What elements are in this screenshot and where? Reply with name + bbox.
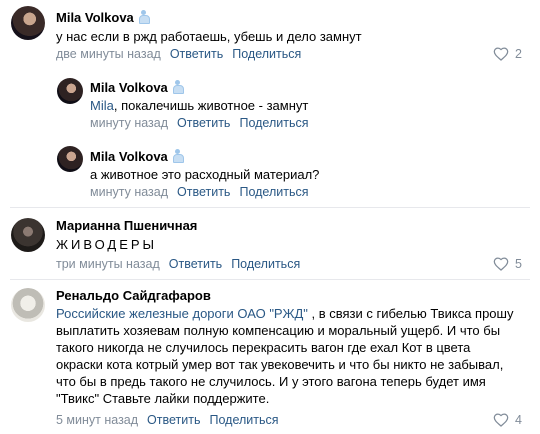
reply-button[interactable]: Ответить — [177, 116, 230, 130]
comment-meta: минуту назад Ответить Поделиться — [90, 185, 308, 199]
comment-time[interactable]: минуту назад — [90, 116, 168, 130]
share-button[interactable]: Поделиться — [239, 116, 308, 130]
badge-icon — [172, 149, 184, 163]
author-name[interactable]: Mila Volkova — [90, 80, 184, 95]
share-button[interactable]: Поделиться — [231, 257, 300, 271]
comment-text: а животное это расходный материал? — [90, 167, 320, 182]
like-count: 5 — [515, 257, 522, 271]
comment-meta: три минуты назад Ответить Поделиться — [56, 257, 300, 271]
comment-time[interactable]: две минуты назад — [56, 47, 161, 61]
avatar[interactable] — [11, 218, 45, 252]
like-button[interactable]: 2 — [493, 47, 522, 61]
badge-icon — [138, 10, 150, 24]
mention-link[interactable]: Российские железные дороги ОАО "РЖД" — [56, 306, 308, 321]
reply-button[interactable]: Ответить — [170, 47, 223, 61]
author-name[interactable]: Марианна Пшеничная — [56, 218, 197, 233]
reply-button[interactable]: Ответить — [177, 185, 230, 199]
comment-time[interactable]: 5 минут назад — [56, 413, 138, 427]
heart-icon — [493, 413, 509, 427]
share-button[interactable]: Поделиться — [209, 413, 278, 427]
comment-text: Российские железные дороги ОАО "РЖД" , в… — [56, 306, 514, 406]
heart-icon — [493, 47, 509, 61]
comment-time[interactable]: три минуты назад — [56, 257, 160, 271]
comment-text: ЖИВОДЕРЫ — [56, 237, 158, 252]
avatar[interactable] — [11, 288, 45, 322]
divider — [10, 207, 530, 208]
comment-text: у нас если в ржд работаешь, убешь и дело… — [56, 29, 362, 44]
comment-text: Mila, покалечишь животное - замнут — [90, 98, 309, 113]
heart-icon — [493, 257, 509, 271]
reply-button[interactable]: Ответить — [169, 257, 222, 271]
badge-icon — [172, 80, 184, 94]
reply-button[interactable]: Ответить — [147, 413, 200, 427]
comment-meta: 5 минут назад Ответить Поделиться — [56, 413, 279, 427]
author-name[interactable]: Mila Volkova — [56, 10, 150, 25]
like-button[interactable]: 5 — [493, 257, 522, 271]
share-button[interactable]: Поделиться — [239, 185, 308, 199]
comment-time[interactable]: минуту назад — [90, 185, 168, 199]
avatar[interactable] — [57, 78, 83, 104]
share-button[interactable]: Поделиться — [232, 47, 301, 61]
like-button[interactable]: 4 — [493, 413, 522, 427]
mention-link[interactable]: Mila — [90, 98, 114, 113]
avatar[interactable] — [57, 146, 83, 172]
comment-meta: две минуты назад Ответить Поделиться — [56, 47, 301, 61]
author-name[interactable]: Mila Volkova — [90, 149, 184, 164]
like-count: 2 — [515, 47, 522, 61]
divider — [10, 279, 530, 280]
author-name[interactable]: Ренальдо Сайдгафаров — [56, 288, 211, 303]
like-count: 4 — [515, 413, 522, 427]
avatar[interactable] — [11, 6, 45, 40]
comment-meta: минуту назад Ответить Поделиться — [90, 116, 308, 130]
